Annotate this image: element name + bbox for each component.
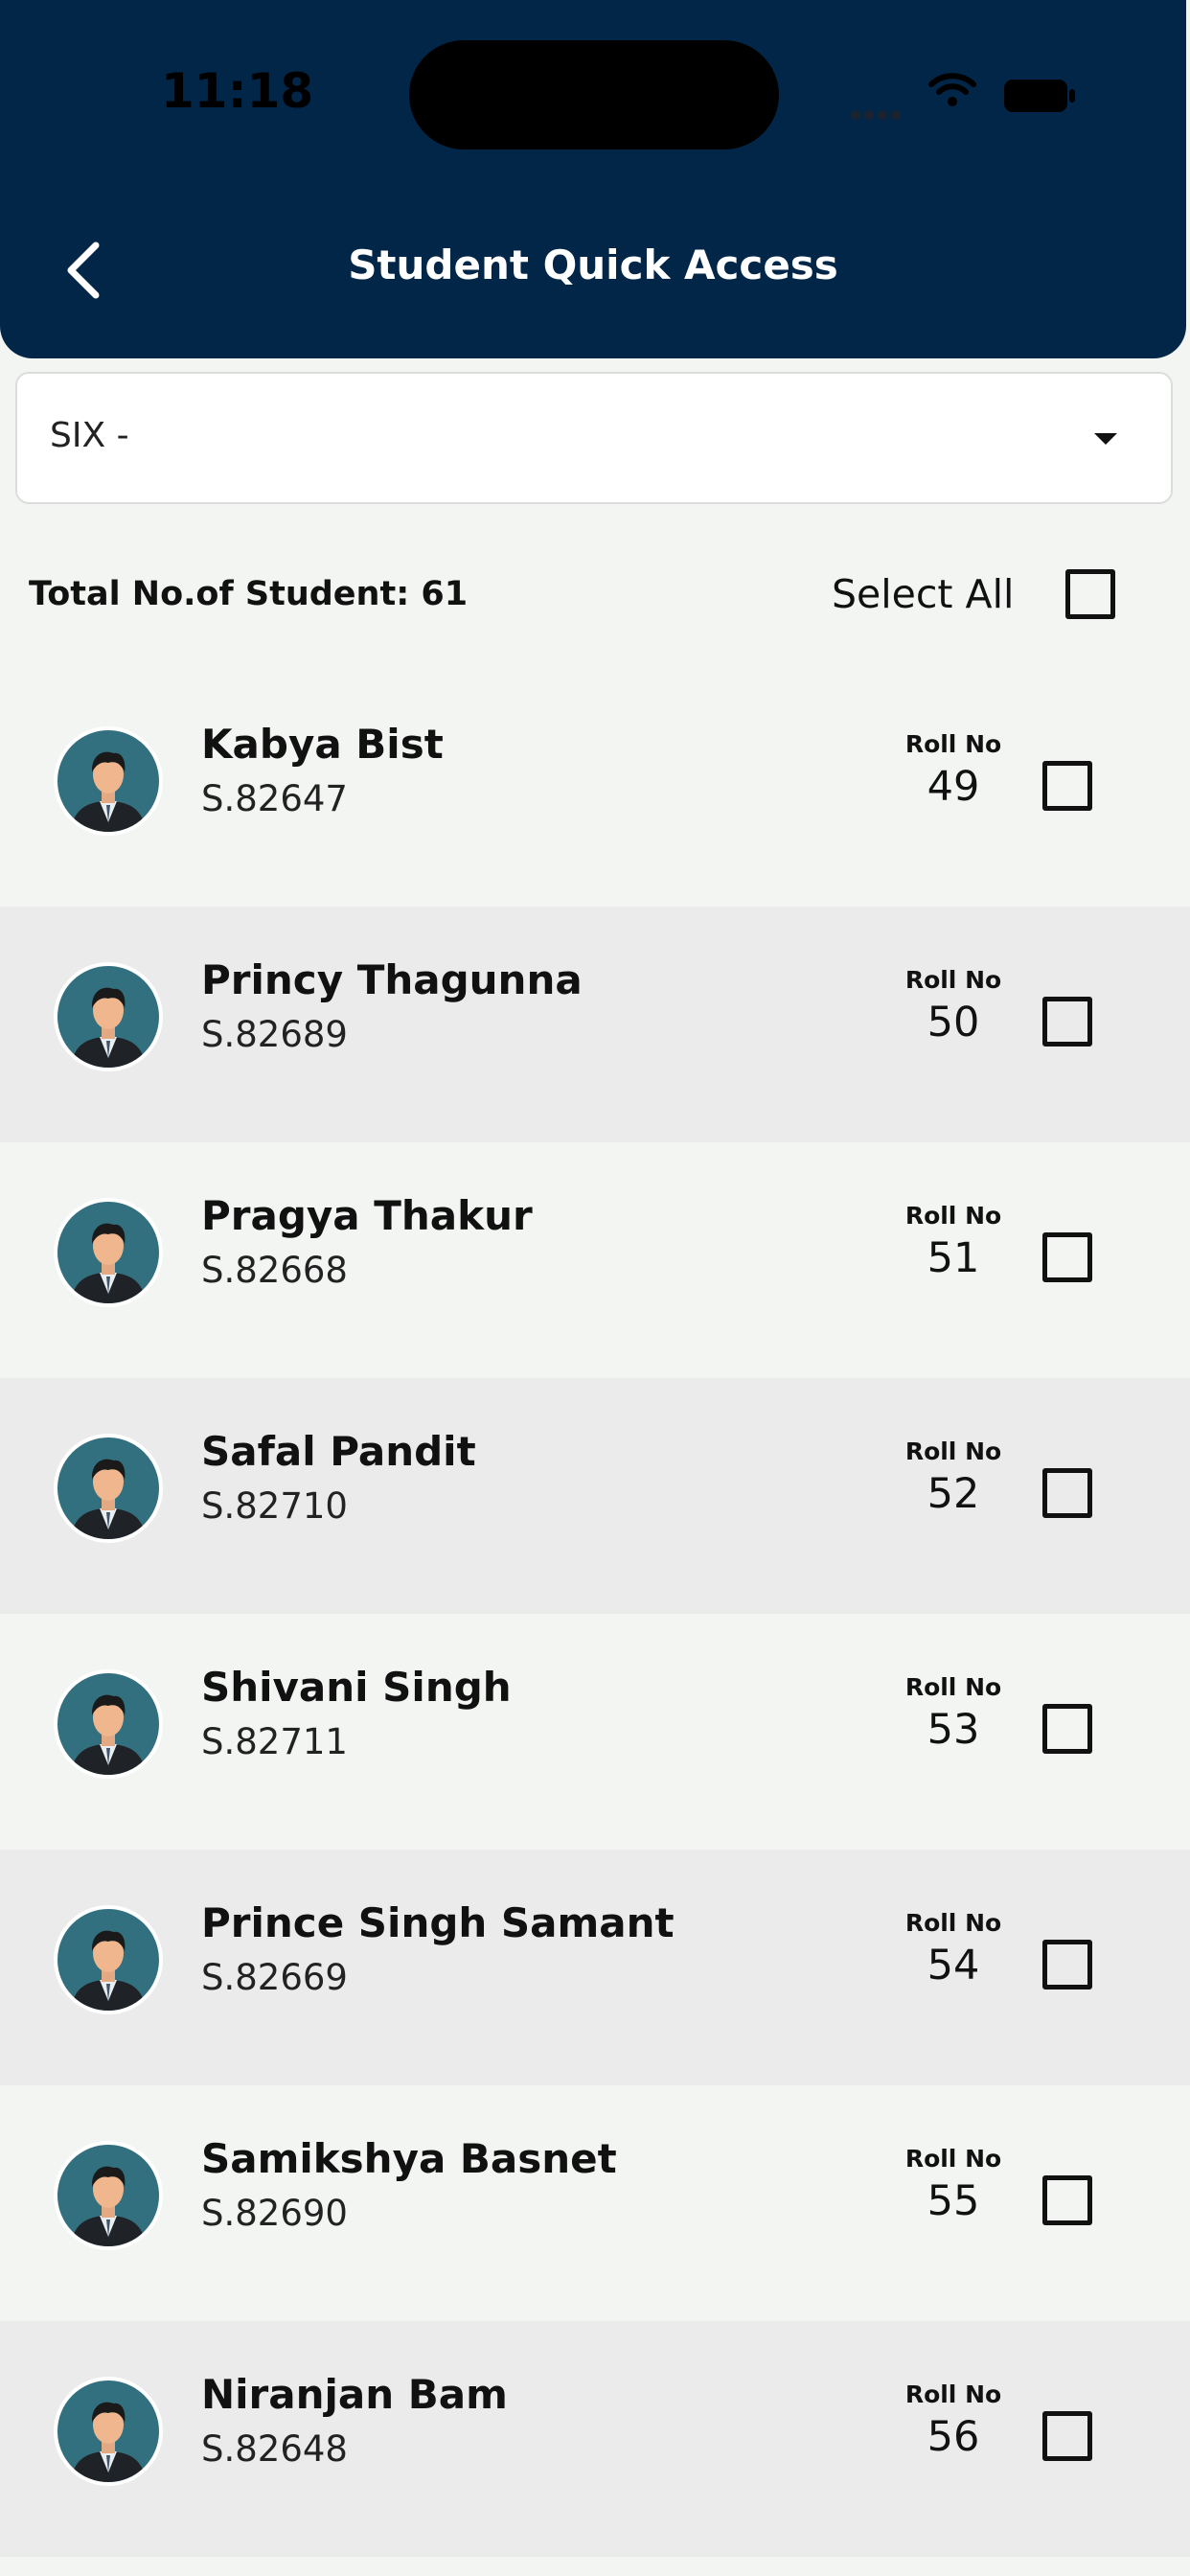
student-checkbox[interactable] bbox=[1042, 2175, 1092, 2225]
roll-no-label: Roll No bbox=[904, 966, 1002, 994]
student-avatar bbox=[54, 962, 163, 1071]
status-time: 11:18 bbox=[161, 63, 314, 119]
student-avatar bbox=[54, 726, 163, 836]
student-name: Princy Thagunna bbox=[201, 956, 583, 1003]
roll-no-label: Roll No bbox=[904, 1438, 1002, 1465]
student-id: S.82710 bbox=[201, 1485, 348, 1527]
roll-no-label: Roll No bbox=[904, 1673, 1002, 1701]
student-row[interactable]: Princy Thagunna S.82689 Roll No 50 bbox=[0, 907, 1190, 1142]
student-checkbox[interactable] bbox=[1042, 1940, 1092, 1990]
class-dropdown-value: SIX - bbox=[50, 416, 129, 455]
student-name: Safal Pandit bbox=[201, 1428, 476, 1475]
student-id: S.82711 bbox=[201, 1721, 348, 1762]
student-id: S.82647 bbox=[201, 778, 348, 819]
student-avatar bbox=[54, 1905, 163, 2014]
page-title: Student Quick Access bbox=[348, 242, 838, 288]
student-name: Niranjan Bam bbox=[201, 2371, 508, 2418]
student-row[interactable]: Shivani Singh S.82711 Roll No 53 bbox=[0, 1614, 1190, 1850]
student-avatar bbox=[54, 1434, 163, 1543]
student-row[interactable]: Safal Pandit S.82710 Roll No 52 bbox=[0, 1378, 1190, 1614]
caret-down-icon bbox=[1094, 433, 1117, 445]
student-name: Samikshya Basnet bbox=[201, 2135, 617, 2182]
roll-no-label: Roll No bbox=[904, 1909, 1002, 1937]
student-name: Kabya Bist bbox=[201, 721, 444, 768]
student-checkbox[interactable] bbox=[1042, 1468, 1092, 1518]
class-dropdown[interactable]: SIX - bbox=[15, 372, 1173, 504]
student-id: S.82668 bbox=[201, 1250, 348, 1291]
student-avatar bbox=[54, 2141, 163, 2250]
student-id: S.82669 bbox=[201, 1957, 348, 1998]
student-id: S.82689 bbox=[201, 1014, 348, 1055]
student-name: Prince Singh Samant bbox=[201, 1899, 675, 1946]
roll-no-label: Roll No bbox=[904, 1202, 1002, 1230]
roll-no-value: 51 bbox=[927, 1234, 980, 1282]
roll-no-label: Roll No bbox=[904, 2145, 1002, 2173]
wifi-icon bbox=[928, 73, 976, 106]
student-checkbox[interactable] bbox=[1042, 1232, 1092, 1282]
student-row[interactable]: Niranjan Bam S.82648 Roll No 56 bbox=[0, 2321, 1190, 2557]
roll-no-value: 52 bbox=[927, 1470, 980, 1518]
roll-no-value: 56 bbox=[927, 2413, 980, 2461]
roll-no-value: 49 bbox=[927, 763, 980, 811]
student-row[interactable]: Kabya Bist S.82647 Roll No 49 bbox=[0, 671, 1190, 907]
student-row[interactable]: Pragya Thakur S.82668 Roll No 51 bbox=[0, 1142, 1190, 1378]
roll-no-value: 54 bbox=[927, 1942, 980, 1990]
select-all-label: Select All bbox=[832, 571, 1015, 617]
student-checkbox[interactable] bbox=[1042, 997, 1092, 1046]
app-header: 11:18 Student Quick Access bbox=[0, 0, 1186, 358]
student-checkbox[interactable] bbox=[1042, 761, 1092, 811]
battery-icon bbox=[1004, 80, 1075, 112]
student-row[interactable]: Prince Singh Samant S.82669 Roll No 54 bbox=[0, 1850, 1190, 2085]
student-id: S.82648 bbox=[201, 2428, 348, 2470]
student-id: S.82690 bbox=[201, 2193, 348, 2234]
signal-icon bbox=[851, 105, 904, 124]
total-students-label: Total No.of Student: 61 bbox=[29, 575, 469, 613]
roll-no-label: Roll No bbox=[904, 2380, 1002, 2408]
roll-no-value: 50 bbox=[927, 999, 980, 1046]
select-all-checkbox[interactable] bbox=[1065, 569, 1115, 619]
student-avatar bbox=[54, 1198, 163, 1307]
roll-no-value: 53 bbox=[927, 1706, 980, 1754]
student-avatar bbox=[54, 2377, 163, 2486]
dynamic-island bbox=[409, 40, 779, 150]
student-checkbox[interactable] bbox=[1042, 2411, 1092, 2461]
student-name: Shivani Singh bbox=[201, 1664, 512, 1711]
student-avatar bbox=[54, 1669, 163, 1779]
student-checkbox[interactable] bbox=[1042, 1704, 1092, 1754]
roll-no-value: 55 bbox=[927, 2177, 980, 2225]
student-row[interactable]: Samikshya Basnet S.82690 Roll No 55 bbox=[0, 2085, 1190, 2321]
roll-no-label: Roll No bbox=[904, 730, 1002, 758]
student-name: Pragya Thakur bbox=[201, 1192, 533, 1239]
